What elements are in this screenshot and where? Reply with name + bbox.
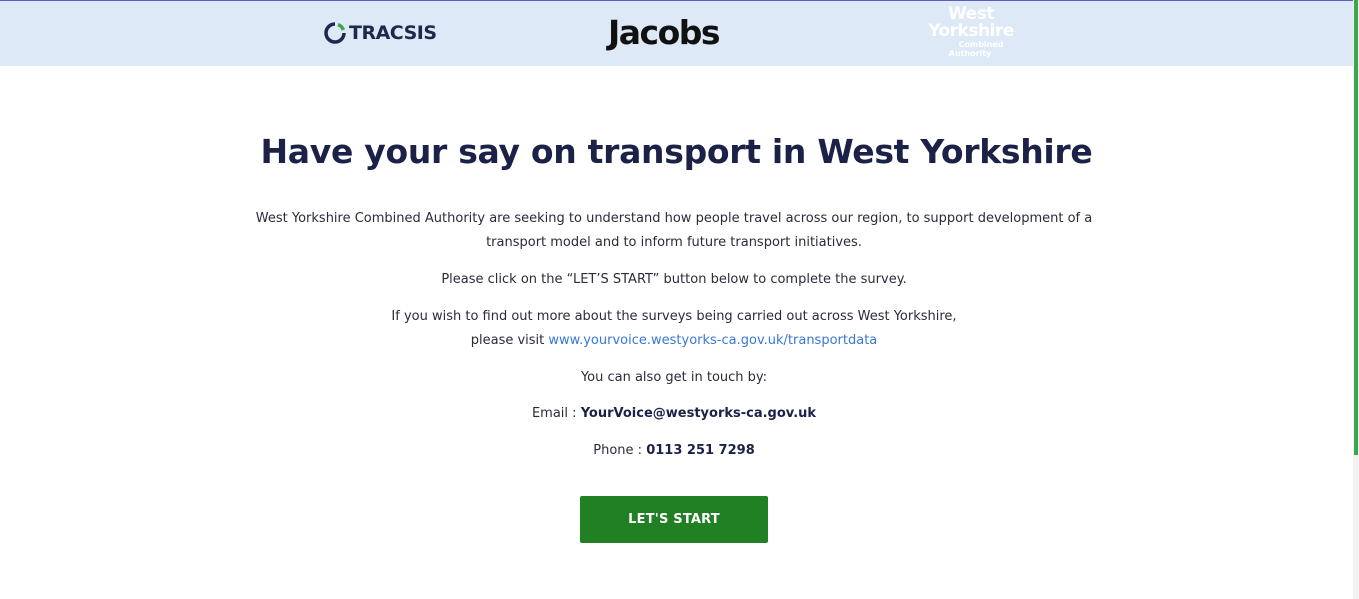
email-label: Email : <box>531 406 577 421</box>
contact-intro: You can also get in touch by: <box>580 370 768 385</box>
transport-data-link[interactable]: www.yourvoice.westyorks-ca.gov.uk/transp… <box>548 333 877 348</box>
jacobs-logo: Jacobs <box>608 13 721 52</box>
more-info-line-1: If you wish to find out more about the s… <box>391 309 957 324</box>
email-value: YourVoice@westyorks-ca.gov.uk <box>580 406 817 421</box>
page-title: Have your say on transport in West Yorks… <box>260 132 1093 171</box>
intro-line-1: West Yorkshire Combined Authority are se… <box>255 211 1093 226</box>
scrollbar-thumb[interactable] <box>1354 0 1358 455</box>
scrollbar[interactable] <box>1353 0 1359 599</box>
phone-line: Phone : 0113 251 7298 <box>0 439 1348 463</box>
tracsis-ring-icon <box>324 22 346 44</box>
more-info-prefix: please visit <box>470 333 545 348</box>
wy-logo-line: Combined <box>958 40 1004 49</box>
email-line: Email : YourVoice@westyorks-ca.gov.uk <box>0 402 1348 426</box>
tracsis-logo-text: TRACSIS <box>349 22 437 44</box>
wy-logo-line: Authority <box>948 49 992 58</box>
page: TRACSIS Jacobs West Yorkshire Combined A… <box>0 0 1359 599</box>
instruction-text: Please click on the “LET’S START” button… <box>441 272 907 287</box>
more-info-text: If you wish to find out more about the s… <box>0 305 1348 353</box>
header-bar: TRACSIS Jacobs West Yorkshire Combined A… <box>0 1 1353 66</box>
lets-start-button[interactable]: LET'S START <box>580 496 768 543</box>
tracsis-logo: TRACSIS <box>324 21 437 45</box>
west-yorkshire-logo: West Yorkshire Combined Authority <box>925 6 1017 62</box>
intro-text: West Yorkshire Combined Authority are se… <box>0 207 1348 255</box>
phone-label: Phone : <box>593 443 643 458</box>
wy-logo-line: Yorkshire <box>928 21 1014 41</box>
wy-logo-line: West <box>948 4 994 24</box>
phone-value: 0113 251 7298 <box>646 443 755 458</box>
intro-line-2: transport model and to inform future tra… <box>486 235 862 250</box>
